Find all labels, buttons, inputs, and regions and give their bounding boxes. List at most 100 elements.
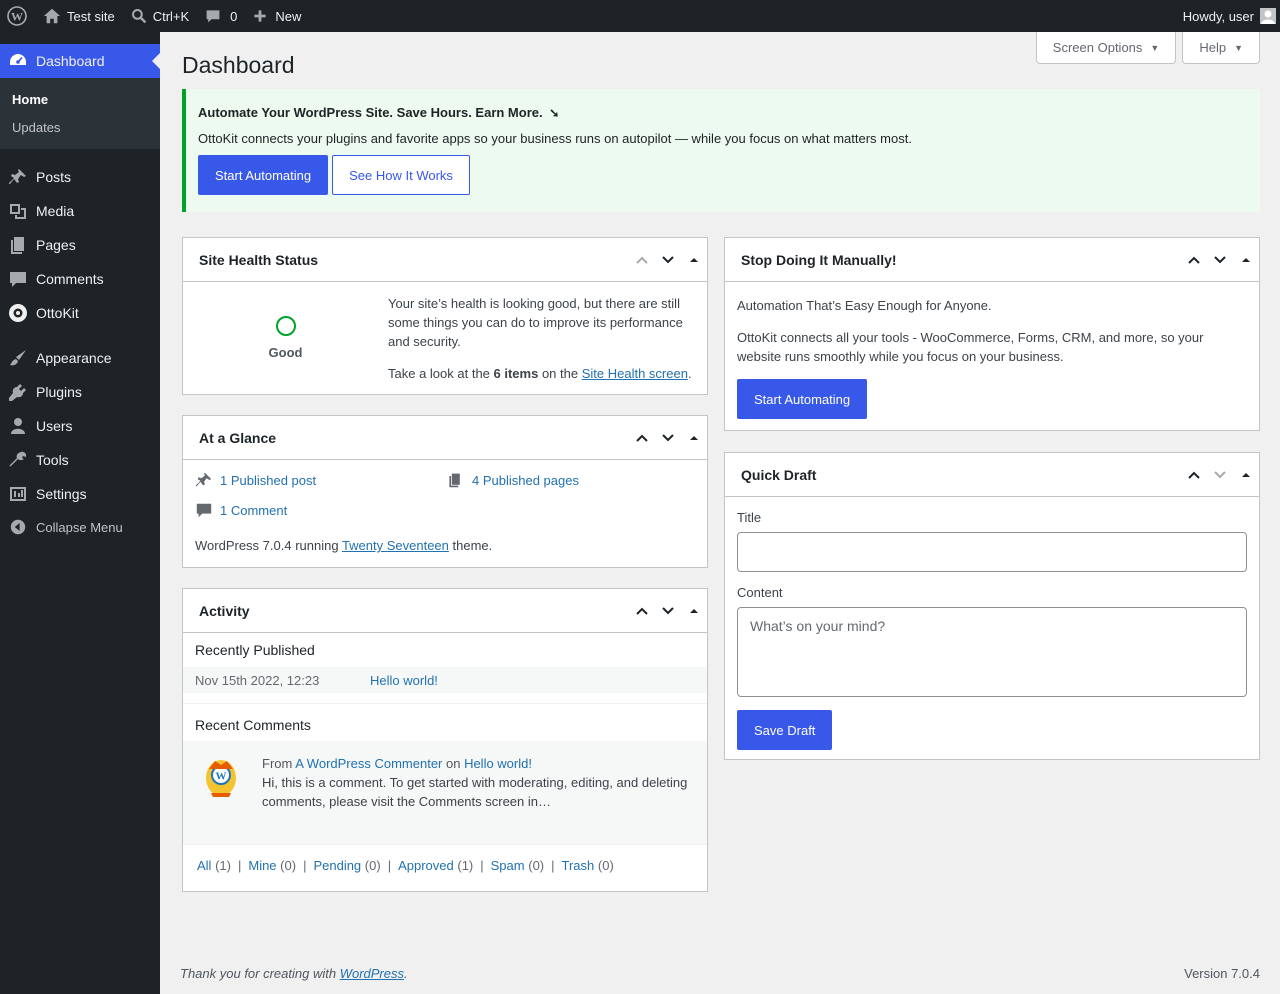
sidebar-item-settings[interactable]: Settings <box>0 477 160 511</box>
toggle-panel-button[interactable] <box>681 238 707 282</box>
filter-label[interactable]: Pending <box>313 858 361 873</box>
screen-options-button[interactable]: Screen Options ▼ <box>1035 32 1177 64</box>
toggle-panel-button[interactable] <box>681 589 707 633</box>
site-health-link[interactable]: Site Health screen <box>582 366 688 381</box>
caret-down-icon: ▼ <box>1234 42 1243 53</box>
separator: | <box>551 858 555 873</box>
theme-link[interactable]: Twenty Seventeen <box>342 538 449 553</box>
filter-label[interactable]: Spam <box>491 858 525 873</box>
sidebar-item-tools[interactable]: Tools <box>0 443 160 477</box>
filter-all[interactable]: All (1) <box>197 858 231 873</box>
title-input[interactable] <box>737 532 1247 572</box>
toggle-panel-button[interactable] <box>681 416 707 460</box>
health-description: Your site’s health is looking good, but … <box>388 296 683 349</box>
command-palette-button[interactable]: Ctrl+K <box>123 0 197 32</box>
sidebar-item-dashboard[interactable]: Dashboard <box>0 44 160 78</box>
move-down-button[interactable] <box>655 238 681 282</box>
filter-label[interactable]: Trash <box>562 858 595 873</box>
sidebar-item-appearance[interactable]: Appearance <box>0 341 160 375</box>
move-up-button[interactable] <box>629 589 655 633</box>
filter-mine[interactable]: Mine (0) <box>248 858 296 873</box>
filter-label[interactable]: Approved <box>398 858 454 873</box>
published-posts-link[interactable]: 1 Published post <box>220 473 316 488</box>
filter-label[interactable]: Mine <box>248 858 276 873</box>
widget-title: At a Glance <box>199 429 277 446</box>
dashboard-submenu: Home Updates <box>0 78 160 149</box>
comments-link[interactable]: 1 Comment <box>220 503 287 518</box>
start-automating-button[interactable]: Start Automating <box>737 379 868 419</box>
site-health-widget: Site Health Status Good Your site’s heal… <box>182 237 708 395</box>
svg-text:W: W <box>216 771 227 783</box>
content-label: Content <box>737 585 783 600</box>
comment-post-link[interactable]: Hello world! <box>464 756 532 771</box>
sidebar-item-media[interactable]: Media <box>0 194 160 228</box>
content-textarea[interactable]: What’s on your mind? <box>737 607 1247 697</box>
submenu-item-home[interactable]: Home <box>0 85 160 113</box>
notice-text: OttoKit connects your plugins and favori… <box>198 131 912 146</box>
ottokit-tagline: Automation That’s Easy Enough for Anyone… <box>737 298 992 313</box>
toggle-panel-button[interactable] <box>1233 453 1259 497</box>
save-draft-button[interactable]: Save Draft <box>737 710 833 750</box>
toggle-panel-button[interactable] <box>1233 238 1259 282</box>
filter-spam[interactable]: Spam (0) <box>491 858 544 873</box>
cursor-icon: ➘ <box>549 106 560 120</box>
sidebar-item-label: Tools <box>36 452 69 468</box>
move-down-button[interactable] <box>655 589 681 633</box>
move-up-button[interactable] <box>1181 238 1207 282</box>
published-pages-link[interactable]: 4 Published pages <box>472 473 579 488</box>
new-content-link[interactable]: New <box>245 0 309 32</box>
filter-count: (0) <box>280 858 297 873</box>
wrench-icon <box>0 450 36 470</box>
my-account[interactable]: Howdy, user <box>1183 8 1280 24</box>
sidebar-item-label: Plugins <box>36 384 82 400</box>
filter-pending[interactable]: Pending (0) <box>313 858 380 873</box>
wordpress-logo-icon[interactable]: W <box>0 0 35 32</box>
wordpress-link[interactable]: WordPress <box>340 966 404 981</box>
new-label: New <box>275 8 302 24</box>
filter-trash[interactable]: Trash (0) <box>562 858 614 873</box>
sidebar-item-ottokit[interactable]: OttoKit <box>0 296 160 330</box>
sidebar-item-label: Appearance <box>36 350 112 366</box>
move-down-button[interactable] <box>1207 238 1233 282</box>
footer: Thank you for creating with WordPress. V… <box>160 952 1280 994</box>
ottokit-icon <box>0 303 36 323</box>
widget-title: Quick Draft <box>741 466 817 483</box>
sidebar-item-posts[interactable]: Posts <box>0 160 160 194</box>
version-text: WordPress 7.0.4 running <box>195 538 342 553</box>
health-text-post: . <box>687 366 692 381</box>
commenter-link[interactable]: A WordPress Commenter <box>295 756 442 771</box>
sidebar-item-comments[interactable]: Comments <box>0 262 160 296</box>
collapse-menu-label: Collapse Menu <box>36 519 123 535</box>
submenu-item-updates[interactable]: Updates <box>0 113 160 141</box>
comment-icon <box>206 10 220 23</box>
paintbrush-icon <box>0 348 36 368</box>
move-down-button[interactable] <box>1207 453 1233 497</box>
see-how-it-works-button[interactable]: See How It Works <box>332 155 470 195</box>
svg-text:W: W <box>11 10 23 24</box>
sidebar-item-label: Comments <box>36 271 104 287</box>
move-down-button[interactable] <box>655 416 681 460</box>
comment-on: on <box>442 756 465 771</box>
published-post-link[interactable]: Hello world! <box>370 673 438 688</box>
help-button[interactable]: Help ▼ <box>1182 32 1260 64</box>
sidebar-item-pages[interactable]: Pages <box>0 228 160 262</box>
pages-icon <box>449 473 460 488</box>
separator: | <box>237 858 242 873</box>
sidebar-item-label: Settings <box>36 486 87 502</box>
move-up-button[interactable] <box>629 416 655 460</box>
sidebar-item-users[interactable]: Users <box>0 409 160 443</box>
sidebar-item-plugins[interactable]: Plugins <box>0 375 160 409</box>
pin-icon <box>0 167 36 187</box>
help-label: Help <box>1199 40 1227 55</box>
publish-date: Nov 15th 2022, 12:23 <box>195 672 320 688</box>
site-name-link[interactable]: Test site <box>35 0 123 32</box>
start-automating-button[interactable]: Start Automating <box>198 155 329 195</box>
filter-label[interactable]: All <box>197 858 211 873</box>
collapse-menu-button[interactable]: Collapse Menu <box>0 511 160 543</box>
at-a-glance-widget: At a Glance 1 Published post 4 Published… <box>182 415 708 568</box>
separator: | <box>387 858 392 873</box>
move-up-button[interactable] <box>1181 453 1207 497</box>
move-up-button[interactable] <box>629 238 655 282</box>
filter-approved[interactable]: Approved (1) <box>398 858 473 873</box>
comments-link[interactable]: 0 <box>197 0 245 32</box>
